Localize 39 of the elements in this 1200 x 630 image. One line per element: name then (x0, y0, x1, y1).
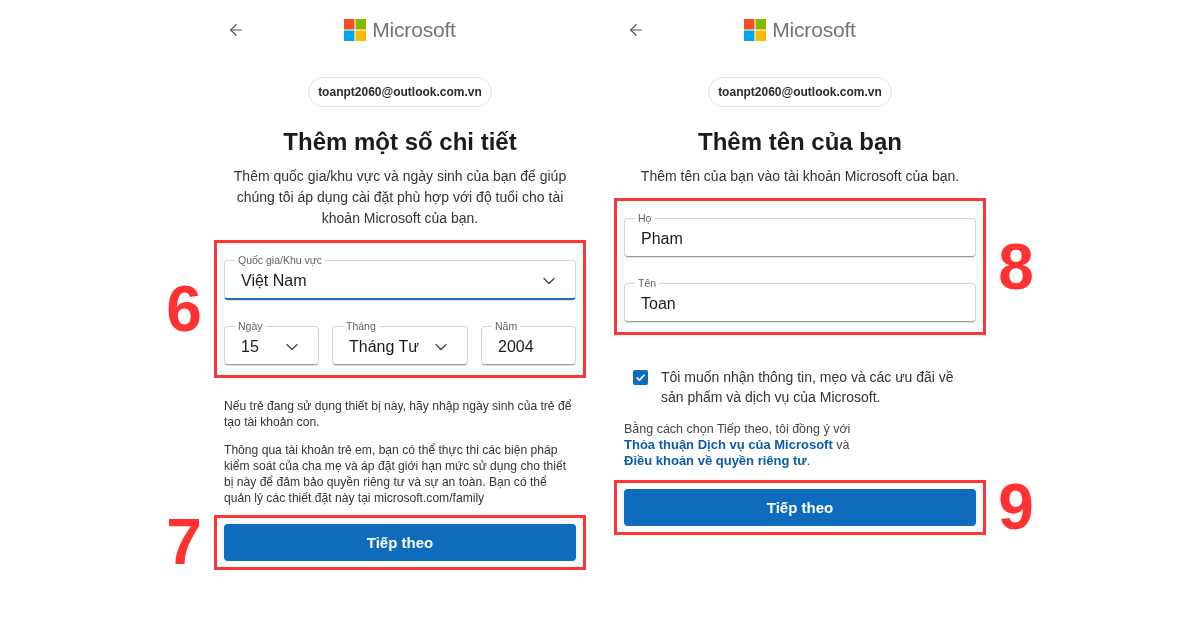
field-value: Toan (641, 294, 676, 314)
field-label: Năm (494, 320, 519, 332)
field-label: Tháng (345, 320, 377, 332)
dropdown-field[interactable]: Tháng Tháng Tư (332, 320, 468, 365)
squares-logo-icon (744, 19, 767, 41)
page-heading: Thêm tên của bạn (697, 127, 902, 157)
page-description: Thêm quốc gia/khu vực và ngày sinh của bạn để giúp chúng tôi áp dụng cài đặt phù hợp với độ tuổi cho tài khoản Microsoft của bạn. (232, 167, 568, 228)
input-field[interactable]: Họ Pham (624, 212, 976, 257)
link[interactable]: Thỏa thuận Dịch vụ của Microsoft (624, 437, 833, 452)
step-number: 7 (166, 510, 202, 574)
checkbox-label: Tôi muốn nhận thông tin, mẹo và các ưu đãi về sản phẩm và dịch vụ của Microsoft. (661, 368, 955, 407)
field-value: Việt Nam (241, 271, 307, 291)
page-heading: Thêm một số chi tiết (283, 127, 517, 157)
checkbox[interactable] (633, 370, 648, 385)
step-number: 9 (998, 475, 1034, 539)
link[interactable]: Điều khoản về quyền riêng tư (624, 453, 807, 468)
info-paragraph: Thông qua tài khoản trẻ em, bạn có thể thực thi các biện pháp kiểm soát của cha mẹ và áp đặt giới hạn mức sử dụng cho thiết bị này để đảm bảo quyền riêng tư và sự an toàn. Bạn có thể quản lý các thiết đặt này tại microsoft.com/family (224, 442, 568, 506)
field-value: Tháng Tư (349, 337, 419, 357)
dropdown-field[interactable]: Ngày 15 (224, 320, 319, 365)
input-field[interactable]: Tên Toan (624, 277, 976, 322)
field-label: Ngày (237, 320, 264, 332)
input-field[interactable]: Năm 2004 (481, 320, 576, 365)
field-label: Họ (637, 212, 653, 224)
squares-logo-icon (344, 19, 367, 41)
field-label: Quốc gia/Khu vực (237, 254, 324, 266)
next-button[interactable]: Tiếp theo (624, 488, 976, 526)
field-value: 15 (241, 337, 259, 357)
legal-text: Bằng cách chọn Tiếp theo, tôi đồng ý với Thỏa thuận Dịch vụ của Microsoft và Điều khoản về quyền riêng tư. (624, 421, 852, 469)
dropdown-field[interactable]: Quốc gia/Khu vực Việt Nam (224, 254, 576, 300)
brand-name: Microsoft (772, 18, 856, 42)
next-button[interactable]: Tiếp theo (224, 523, 576, 561)
page-description: Thêm tên của bạn vào tài khoản Microsoft của bạn. (640, 167, 960, 186)
field-value: 2004 (498, 337, 534, 357)
brand-name: Microsoft (372, 18, 456, 42)
field-label: Tên (637, 277, 658, 289)
field-value: Pham (641, 229, 683, 249)
step-number: 8 (998, 234, 1034, 299)
info-paragraph: Nếu trẻ đang sử dụng thiết bị này, hãy nhập ngày sinh của trẻ để tạo tài khoản con. (224, 398, 573, 430)
step-number: 6 (166, 277, 202, 341)
